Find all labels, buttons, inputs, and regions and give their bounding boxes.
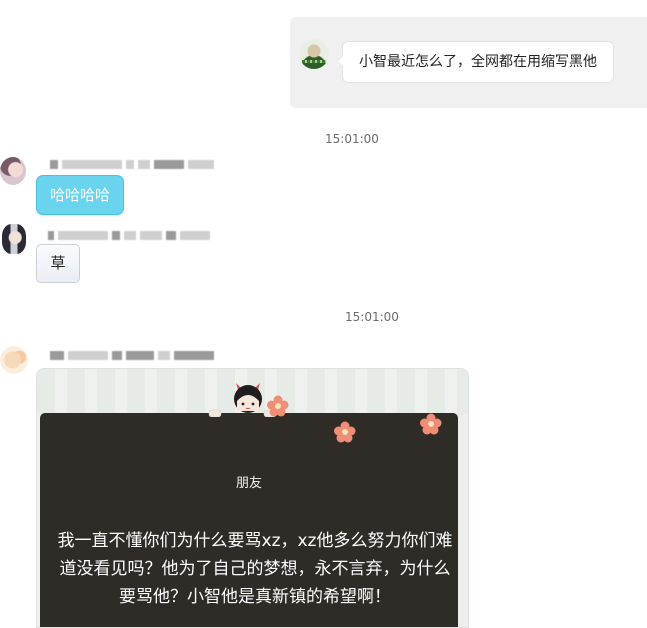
hand-icon xyxy=(208,409,222,417)
sender-avatar[interactable] xyxy=(2,224,26,254)
girl-icon xyxy=(234,383,262,413)
message-bubble[interactable]: 哈哈哈哈 xyxy=(36,175,125,215)
flower-icon xyxy=(420,413,442,435)
sender-avatar[interactable] xyxy=(0,346,28,374)
sender-name-blurred xyxy=(48,230,210,240)
own-message-bubble[interactable]: 小智最近怎么了，全网都在用缩写黑他 xyxy=(337,41,614,83)
message-bubble[interactable]: 草 xyxy=(36,244,80,283)
flower-icon xyxy=(334,421,356,443)
timestamp: 15:01:00 xyxy=(325,132,379,146)
sender-avatar[interactable] xyxy=(0,157,26,185)
quote-panel: 朋友 我一直不懂你们为什么要骂xz，xz他多么努力你们难道没看见吗？他为了自己的… xyxy=(40,413,458,627)
card-label: 朋友 xyxy=(235,476,262,491)
timestamp: 15:01:00 xyxy=(345,310,399,324)
own-avatar[interactable] xyxy=(299,39,329,69)
image-message-card[interactable]: 朋友 我一直不懂你们为什么要骂xz，xz他多么努力你们难道没看见吗？他为了自己的… xyxy=(36,368,469,628)
card-quote-text: 我一直不懂你们为什么要骂xz，xz他多么努力你们难道没看见吗？他为了自己的梦想，… xyxy=(57,531,453,607)
flower-icon xyxy=(267,395,289,417)
sender-name-blurred xyxy=(50,159,214,169)
sender-name-blurred xyxy=(50,350,214,360)
